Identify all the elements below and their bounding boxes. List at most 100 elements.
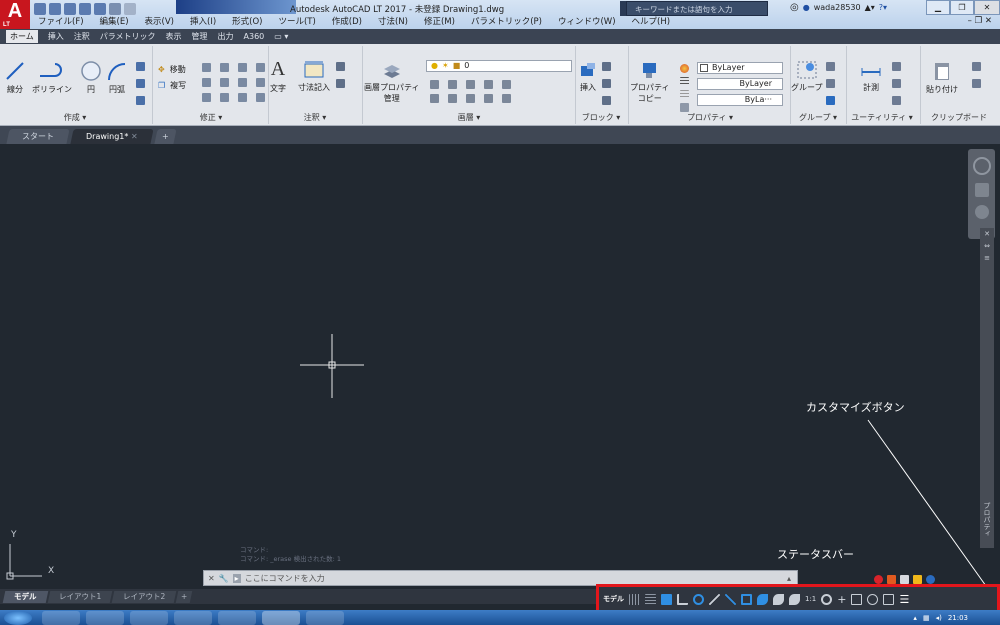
taskbar-media-icon[interactable] <box>130 611 168 625</box>
taskbar-app-icon[interactable] <box>218 611 256 625</box>
clock[interactable]: 21:03 <box>948 614 968 622</box>
command-expand-icon[interactable]: ▴ <box>787 574 791 583</box>
hatch-icon[interactable] <box>136 79 145 88</box>
draw-group-label[interactable]: 作成 ▾ <box>0 112 150 124</box>
palette-pin-icon[interactable]: ⇔ <box>980 240 994 252</box>
object-snap-icon[interactable] <box>741 593 752 605</box>
model-space-button[interactable]: モデル <box>603 594 624 604</box>
tab-layout1[interactable]: レイアウト1 <box>47 590 113 603</box>
palette-settings-icon[interactable]: ≡ <box>980 252 994 264</box>
leader-icon[interactable] <box>336 62 345 71</box>
menu-file[interactable]: ファイル(F) <box>38 15 84 27</box>
create-block-icon[interactable] <box>602 62 611 71</box>
group-select-icon[interactable] <box>826 96 835 105</box>
help-icon[interactable]: ?▾ <box>879 3 887 12</box>
tab-start[interactable]: スタート <box>6 129 70 144</box>
menu-format[interactable]: 形式(O) <box>232 15 262 27</box>
tray-status-icon[interactable] <box>926 574 935 584</box>
command-close-icon[interactable]: ✕ <box>208 574 215 583</box>
plus-icon[interactable]: + <box>837 593 846 606</box>
group-edit-icon[interactable] <box>826 79 835 88</box>
menu-modify[interactable]: 修正(M) <box>424 15 455 27</box>
scale-icon[interactable] <box>202 93 211 102</box>
region-icon[interactable] <box>136 96 145 105</box>
tray-network-icon[interactable]: ▦ <box>923 614 930 622</box>
color-dropdown[interactable]: ByLayer <box>697 62 783 74</box>
command-input[interactable]: ここにコマンドを入力 <box>245 573 325 584</box>
move-button[interactable]: ✥ 移動 <box>158 64 186 75</box>
ribbon-options-icon[interactable]: ▭ ▾ <box>274 32 288 41</box>
layer-properties-button[interactable]: 画層プロパティ 管理 <box>364 60 420 104</box>
tab-a360[interactable]: A360 <box>244 32 265 41</box>
taskbar-paint-icon[interactable] <box>306 611 344 625</box>
copy-clip-icon[interactable] <box>972 79 981 88</box>
layer-tool-icon[interactable] <box>448 80 457 89</box>
new-tab-button[interactable]: + <box>154 129 176 144</box>
linetype-dropdown[interactable]: ByLayer <box>697 78 783 90</box>
table-icon[interactable] <box>336 79 345 88</box>
ortho-icon[interactable] <box>677 593 688 605</box>
polyline-button[interactable]: ポリライン <box>32 60 72 95</box>
close-button[interactable]: ✕ <box>974 0 1000 15</box>
tab-parametric[interactable]: パラメトリック <box>100 31 156 42</box>
command-tool-icon[interactable]: 🔧 <box>219 574 229 583</box>
clipboard-group-label[interactable]: クリップボード <box>922 112 996 124</box>
menu-insert[interactable]: 挿入(I) <box>190 15 216 27</box>
pan-icon[interactable] <box>974 183 989 197</box>
menu-parametric[interactable]: パラメトリック(P) <box>471 15 542 27</box>
user-area[interactable]: ◎ ● wada28530 ▲▾ ?▾ <box>790 2 887 13</box>
layer-tool-icon[interactable] <box>502 94 511 103</box>
mirror-icon[interactable] <box>202 78 211 87</box>
maximize-button[interactable]: ❐ <box>950 0 974 15</box>
layers-group-label[interactable]: 画層 ▾ <box>364 112 574 124</box>
menu-edit[interactable]: 編集(E) <box>100 15 129 27</box>
menu-tools[interactable]: ツール(T) <box>278 15 315 27</box>
tray-status-icon[interactable] <box>874 574 883 584</box>
properties-group-label[interactable]: プロパティ ▾ <box>630 112 790 124</box>
circle-button[interactable]: 円 <box>80 60 102 95</box>
infer-constraints-icon[interactable] <box>661 593 672 605</box>
tray-status-icon[interactable] <box>900 574 909 584</box>
binoculars-icon[interactable]: ◎ <box>790 2 799 13</box>
palette-close-icon[interactable]: ✕ <box>980 228 994 240</box>
isodraft-icon[interactable] <box>709 593 720 605</box>
chamfer-icon[interactable] <box>256 93 265 102</box>
menu-help[interactable]: ヘルプ(H) <box>632 15 671 27</box>
quick-select-icon[interactable] <box>892 62 901 71</box>
extend-icon[interactable] <box>238 93 247 102</box>
tab-manage[interactable]: 管理 <box>192 31 208 42</box>
taskbar-ie-icon[interactable] <box>42 611 80 625</box>
layer-tool-icon[interactable] <box>448 94 457 103</box>
navigation-bar[interactable] <box>968 149 995 239</box>
copy-button[interactable]: ❐ 複写 <box>158 80 186 91</box>
taskbar-chrome-icon[interactable] <box>174 611 212 625</box>
drawing-window-controls[interactable]: – ❐ ✕ <box>968 16 992 26</box>
block-group-label[interactable]: ブロック ▾ <box>576 112 626 124</box>
tab-view[interactable]: 表示 <box>166 31 182 42</box>
line-button[interactable]: 線分 <box>4 60 26 95</box>
close-tab-icon[interactable]: ✕ <box>131 129 138 144</box>
add-layout-button[interactable]: + <box>175 590 193 603</box>
tray-volume-icon[interactable]: ◂) <box>936 614 942 622</box>
fillet-icon[interactable] <box>220 78 229 87</box>
cut-icon[interactable] <box>972 62 981 71</box>
attribute-icon[interactable] <box>602 96 611 105</box>
tab-home[interactable]: ホーム <box>6 30 38 43</box>
ungroup-icon[interactable] <box>826 62 835 71</box>
tab-drawing1[interactable]: Drawing1* ✕ <box>70 129 154 144</box>
group-button[interactable]: グループ <box>791 60 823 93</box>
layer-tool-icon[interactable] <box>484 94 493 103</box>
trim-icon[interactable] <box>220 63 229 72</box>
match-properties-button[interactable]: プロパティ コピー <box>630 60 670 104</box>
dimension-button[interactable]: 寸法記入 <box>298 60 330 93</box>
arc-button[interactable]: 円弧 <box>106 60 128 95</box>
menu-view[interactable]: 表示(V) <box>145 15 174 27</box>
command-recent-icon[interactable]: ▸ <box>232 573 241 583</box>
layer-tool-icon[interactable] <box>484 80 493 89</box>
clean-screen-icon[interactable] <box>883 593 895 605</box>
point-icon[interactable] <box>892 79 901 88</box>
taskbar-explorer-icon[interactable] <box>86 611 124 625</box>
layer-tool-icon[interactable] <box>502 80 511 89</box>
steering-wheel-icon[interactable] <box>972 157 991 175</box>
lineweight-dropdown[interactable]: ByLa··· <box>697 94 783 106</box>
